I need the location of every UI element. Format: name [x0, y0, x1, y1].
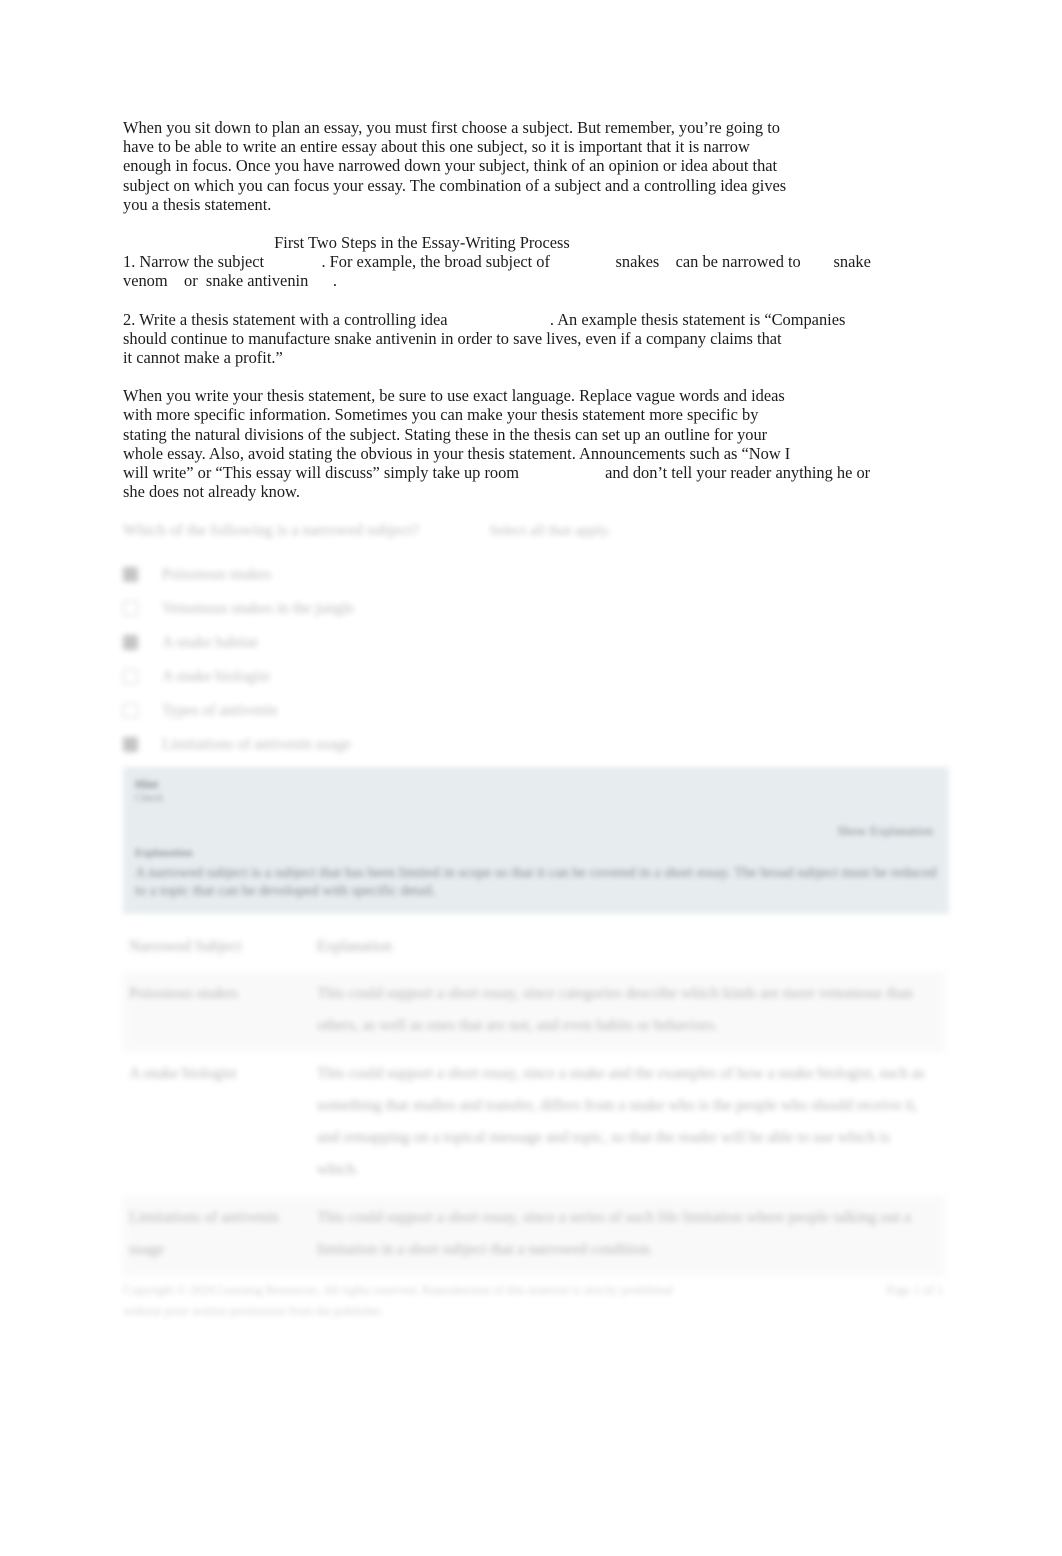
checkbox-icon[interactable]	[123, 634, 138, 650]
option-row[interactable]: A snake biologist	[123, 659, 953, 693]
panel-tag: Hint	[135, 777, 159, 792]
option-row[interactable]: Limitations of antivenin usage	[123, 727, 953, 761]
step-spacer	[123, 291, 953, 310]
explanation-panel: Hint Check Show Explanation Explanation …	[123, 767, 949, 915]
document-page: When you sit down to plan an essay, you …	[0, 0, 1062, 1556]
footer-page-number: Page 1 of 1	[886, 1283, 943, 1298]
option-label: Types of antivenin	[162, 701, 278, 719]
table-header-explanation: Explanation	[307, 926, 945, 973]
option-label: Limitations of antivenin usage	[162, 735, 351, 753]
exact-language-spacer	[123, 367, 953, 386]
option-row[interactable]: Types of antivenin	[123, 693, 953, 727]
table-cell-subject: A snake biologist	[129, 1065, 237, 1083]
table-header-subject: Narrowed Subject	[123, 926, 307, 973]
checkbox-icon[interactable]	[123, 702, 138, 718]
step-one-text: 1. Narrow the subject . For example, the…	[123, 252, 871, 291]
table-row: A snake biologist This could support a s…	[123, 1052, 945, 1196]
footer-copyright: Copyright © 2024 Learning Resources. All…	[123, 1283, 673, 1319]
panel-body-text: A narrowed subject is a subject that has…	[135, 865, 937, 900]
quiz-region: Which of the following is a narrowed sub…	[123, 521, 953, 1322]
process-heading: First Two Steps in the Essay-Writing Pro…	[274, 233, 570, 253]
checkbox-icon[interactable]	[123, 566, 138, 582]
checkbox-icon[interactable]	[123, 600, 138, 616]
table-header-row: Narrowed Subject Explanation	[123, 926, 945, 973]
checkbox-icon[interactable]	[123, 668, 138, 684]
option-label: Venomous snakes in the jungle	[162, 599, 355, 617]
table-cell-subject: Limitations of antivenin usage	[123, 1196, 307, 1277]
table-cell-explanation: This could support a short essay, since …	[307, 1196, 945, 1277]
question-side-note: Select all that apply.	[489, 523, 611, 540]
option-row[interactable]: Poisonous snakes	[123, 557, 953, 591]
question-prompt: Which of the following is a narrowed sub…	[123, 522, 420, 540]
checkbox-icon[interactable]	[123, 736, 138, 752]
option-label: A snake habitat	[162, 633, 258, 651]
show-explanation-link[interactable]: Show Explanation	[837, 823, 933, 839]
options-list: Poisonous snakes Venomous snakes in the …	[123, 557, 953, 761]
table-cell-explanation: This could support a short essay, since …	[317, 1065, 925, 1179]
exact-language-paragraph: When you write your thesis statement, be…	[123, 386, 871, 502]
table-cell-explanation: This could support a short essay, since …	[307, 972, 945, 1053]
table-row: Limitations of antivenin usage This coul…	[123, 1196, 945, 1277]
panel-sub-label: Explanation	[135, 847, 193, 860]
intro-paragraph: When you sit down to plan an essay, you …	[123, 118, 787, 214]
question-row: Which of the following is a narrowed sub…	[123, 521, 953, 541]
option-label: A snake biologist	[162, 667, 270, 685]
step-two-text: 2. Write a thesis statement with a contr…	[123, 309, 846, 368]
page-footer: Copyright © 2024 Learning Resources. All…	[123, 1280, 943, 1322]
table-row: Poisonous snakes This could support a sh…	[123, 972, 945, 1053]
document-content: When you sit down to plan an essay, you …	[123, 118, 953, 1322]
option-row[interactable]: A snake habitat	[123, 625, 953, 659]
option-row[interactable]: Venomous snakes in the jungle	[123, 591, 953, 625]
table-cell-subject: Poisonous snakes	[123, 972, 307, 1053]
option-label: Poisonous snakes	[162, 565, 271, 583]
panel-tag-sub: Check	[135, 792, 164, 805]
explanation-table: Narrowed Subject Explanation Poisonous s…	[123, 926, 945, 1277]
